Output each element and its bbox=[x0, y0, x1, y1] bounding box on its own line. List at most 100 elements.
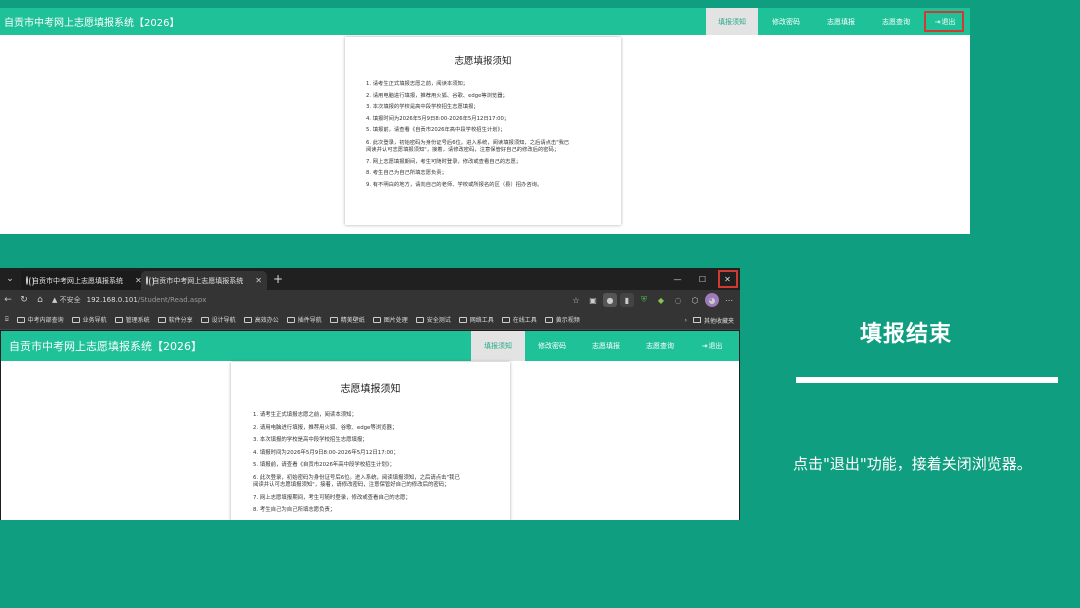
notice-item: 1. 请考生正式填报志愿之前，阅读本须知； bbox=[366, 81, 469, 87]
bookmark-label: 精美壁纸 bbox=[340, 317, 365, 324]
notice-item: 6. 此次登录，初始密码为身份证号后6位。进入系统，阅读填报须知，之后请点击"我… bbox=[253, 474, 460, 481]
bookmark-label: 黄示视频 bbox=[555, 317, 580, 324]
nav-volunteer-query[interactable]: 志愿查询 bbox=[633, 331, 687, 361]
avatar[interactable]: ◕ bbox=[705, 293, 719, 307]
content-area: 志愿填报须知 1. 请考生正式填报志愿之前，阅读本须知； 2. 请用电脑进行填报… bbox=[0, 35, 970, 234]
notice-list: 1. 请考生正式填报志愿之前，阅读本须知； 2. 请用电脑进行填报，推荐用火狐、… bbox=[345, 79, 621, 191]
bookmark-label: 设计导航 bbox=[211, 317, 236, 324]
window-controls: — ☐ ✕ bbox=[665, 268, 740, 290]
extension-icon[interactable]: ▮ bbox=[620, 293, 634, 307]
notice-item: 3. 本次填报的学校是高中段学校招生志愿填报； bbox=[253, 437, 368, 443]
notice-item: 3. 本次填报的学校是高中段学校招生志愿填报； bbox=[366, 104, 479, 110]
new-tab-button[interactable]: + bbox=[273, 272, 283, 286]
browser-tab[interactable]: 自贡市中考网上志愿填报系统 ✕ bbox=[21, 271, 142, 290]
chevron-down-icon: ⌄ bbox=[6, 274, 14, 284]
notice-item: 7. 网上志愿填报期间，考生可随时登录，修改或查看自己的志愿； bbox=[366, 158, 522, 165]
bookmark-folder[interactable]: 设计导航 bbox=[200, 315, 236, 324]
notice-item: 8. 考生自己为自己所填志愿负责； bbox=[366, 170, 447, 176]
close-tab-icon[interactable]: ✕ bbox=[255, 276, 262, 285]
puzzle-icon[interactable]: ⬡ bbox=[688, 293, 702, 307]
globe-icon bbox=[26, 276, 34, 287]
security-warning[interactable]: ▲ 不安全 bbox=[52, 295, 81, 305]
shield-icon[interactable]: ⛨ bbox=[637, 293, 651, 307]
app-header: 自贡市中考网上志愿填报系统【2026】 填报须知 修改密码 志愿填报 志愿查询 … bbox=[1, 331, 739, 361]
nav-logout[interactable]: ⇥ 退出 bbox=[924, 8, 966, 35]
bookmark-folder[interactable]: 管理系统 bbox=[114, 315, 150, 324]
bookmark-label: 网络工具 bbox=[469, 317, 494, 324]
home-icon[interactable]: ⌂ bbox=[32, 295, 48, 305]
extension-icon[interactable]: ◆ bbox=[654, 293, 668, 307]
app-nav: 填报须知 修改密码 志愿填报 志愿查询 ⇥ 退出 bbox=[471, 331, 737, 361]
bookmark-folder[interactable]: 精美壁纸 bbox=[329, 315, 365, 324]
toolbar-extensions: ☆ ▣ ● ▮ ⛨ ◆ ◌ ⬡ ◕ ⋯ bbox=[566, 293, 736, 307]
url-host: 192.168.0.101 bbox=[86, 296, 138, 304]
tab-strip: ⌄ 自贡市中考网上志愿填报系统 ✕ 自贡市中考网上志愿填报系统 ✕ + — ☐ … bbox=[0, 268, 740, 290]
nav-change-password[interactable]: 修改密码 bbox=[758, 8, 814, 35]
back-icon[interactable]: ← bbox=[0, 295, 16, 305]
app-title: 自贡市中考网上志愿填报系统【2026】 bbox=[4, 18, 180, 29]
browser-tab-active[interactable]: 自贡市中考网上志愿填报系统 ✕ bbox=[141, 271, 267, 290]
bookmark-folder[interactable]: 高效办公 bbox=[243, 315, 279, 324]
notice-item: 2. 请用电脑进行填报，推荐用火狐、谷歌、edge等浏览器； bbox=[253, 424, 398, 431]
nav-logout[interactable]: ⇥ 退出 bbox=[687, 331, 737, 361]
url-field[interactable]: 192.168.0.101/Student/Read.aspx bbox=[87, 296, 207, 304]
bookmark-label: 安全测试 bbox=[426, 317, 451, 324]
notice-item: 4. 填报时间为2026年5月9日8:00-2026年5月12日17:00； bbox=[366, 115, 510, 122]
bookmark-folder[interactable]: 软件分享 bbox=[157, 315, 193, 324]
bookmark-label: 软件分享 bbox=[168, 317, 193, 324]
folder-icon bbox=[286, 316, 295, 323]
notice-item: 阅读并认可志愿填报须知"，接着，请修改密码，注意保管好自己的修改后的密码； bbox=[253, 481, 450, 488]
folder-icon bbox=[200, 316, 209, 323]
bookmark-folder[interactable]: 黄示视频 bbox=[544, 315, 580, 324]
favorite-star-icon[interactable]: ☆ bbox=[569, 293, 583, 307]
nav-volunteer-query[interactable]: 志愿查询 bbox=[868, 8, 924, 35]
notice-list: 1. 请考生正式填报志愿之前，阅读本须知； 2. 请用电脑进行填报，推荐用火狐、… bbox=[231, 409, 510, 517]
bookmark-folder[interactable]: 在线工具 bbox=[501, 315, 537, 324]
nav-volunteer-fill[interactable]: 志愿填报 bbox=[579, 331, 633, 361]
notice-item: 6. 此次登录，初始密码为身份证号后6位。进入系统，阅读填报须知，之后请点击"我… bbox=[366, 139, 570, 146]
extension-icon[interactable]: ● bbox=[603, 293, 617, 307]
tab-title: 自贡市中考网上志愿填报系统 bbox=[32, 276, 123, 285]
nav-volunteer-fill[interactable]: 志愿填报 bbox=[814, 8, 868, 35]
bookmark-label: 中考内部查询 bbox=[27, 317, 64, 324]
notice-item: 4. 填报时间为2026年5月9日8:00-2026年5月12日17:00； bbox=[253, 449, 399, 456]
bookmarks-icon[interactable]: ⌸ bbox=[5, 316, 9, 324]
tab-title: 自贡市中考网上志愿填报系统 bbox=[152, 276, 244, 285]
close-window-button[interactable]: ✕ bbox=[715, 268, 740, 290]
bookmark-label: 在线工具 bbox=[512, 317, 537, 324]
tab-list-button[interactable]: ⌄ bbox=[3, 272, 17, 286]
bookmark-folder[interactable]: 中考内部查询 bbox=[16, 315, 64, 324]
folder-icon bbox=[16, 316, 25, 323]
extension-icon[interactable]: ▣ bbox=[586, 293, 600, 307]
reload-icon[interactable]: ↻ bbox=[16, 295, 32, 305]
other-bookmarks[interactable]: › 其他收藏夹 bbox=[685, 310, 734, 330]
folder-icon bbox=[329, 316, 338, 323]
bookmark-folder[interactable]: 业务导航 bbox=[71, 315, 107, 324]
maximize-button[interactable]: ☐ bbox=[690, 268, 715, 290]
app-header: 自贡市中考网上志愿填报系统【2026】 填报须知 修改密码 志愿填报 志愿查询 … bbox=[0, 8, 970, 35]
nav-notice[interactable]: 填报须知 bbox=[706, 8, 758, 35]
bookmark-folder[interactable]: 插件导航 bbox=[286, 315, 322, 324]
app-nav: 填报须知 修改密码 志愿填报 志愿查询 ⇥ 退出 bbox=[706, 8, 966, 35]
more-icon[interactable]: ⋯ bbox=[722, 293, 736, 307]
folder-icon bbox=[415, 316, 424, 323]
notice-item: 5. 填报前，请查看《自贡市2026年高中段学校招生计划》； bbox=[253, 462, 395, 468]
sync-icon[interactable]: ◌ bbox=[671, 293, 685, 307]
globe-icon bbox=[146, 276, 156, 287]
notice-item: 阅读并认可志愿填报须知"，接着，请修改密码，注意保管好自己的修改后的密码； bbox=[366, 146, 560, 153]
bookmark-folder[interactable]: 图片处理 bbox=[372, 315, 408, 324]
folder-icon bbox=[243, 316, 252, 323]
address-bar: ← ↻ ⌂ ▲ 不安全 192.168.0.101/Student/Read.a… bbox=[0, 290, 740, 310]
nav-notice[interactable]: 填报须知 bbox=[471, 331, 525, 361]
security-label: 不安全 bbox=[59, 296, 81, 304]
nav-logout-label: 退出 bbox=[708, 342, 723, 350]
folder-icon bbox=[501, 316, 510, 323]
folder-icon bbox=[71, 316, 80, 323]
notice-item: 2. 请用电脑进行填报，推荐用火狐、谷歌、edge等浏览器； bbox=[366, 92, 508, 99]
nav-change-password[interactable]: 修改密码 bbox=[525, 331, 579, 361]
app-title: 自贡市中考网上志愿填报系统【2026】 bbox=[9, 340, 202, 353]
minimize-button[interactable]: — bbox=[665, 268, 690, 290]
folder-icon bbox=[372, 316, 381, 323]
bookmark-folder[interactable]: 安全测试 bbox=[415, 315, 451, 324]
bookmark-folder[interactable]: 网络工具 bbox=[458, 315, 494, 324]
